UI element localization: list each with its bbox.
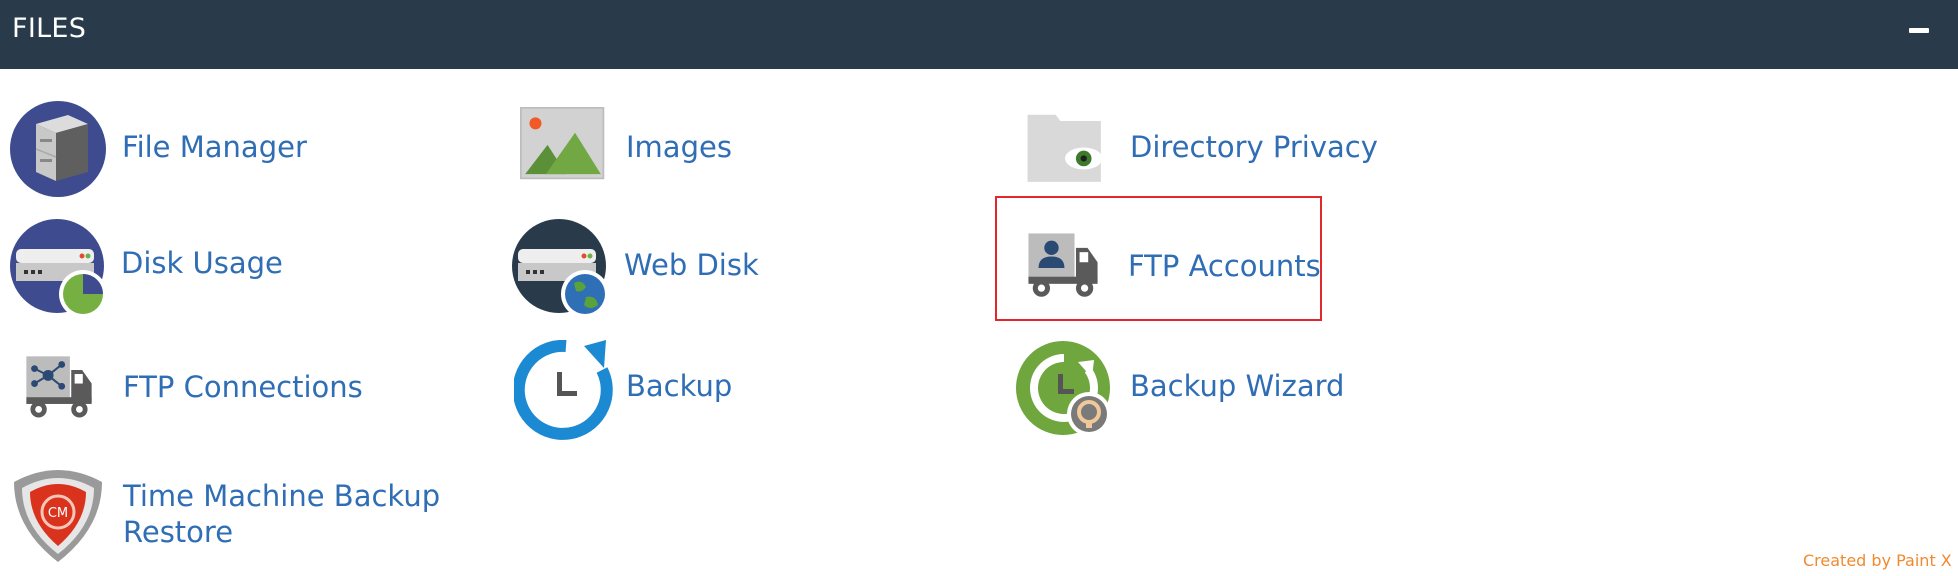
- backup-wizard-label: Backup Wizard: [1130, 369, 1345, 403]
- web-disk-link[interactable]: Web Disk: [512, 219, 762, 318]
- time-machine-restore-link[interactable]: CM Time Machine Backup Restore: [10, 468, 440, 564]
- watermark-text: Created by Paint X: [1803, 551, 1952, 570]
- time-machine-label-line2: Restore: [123, 515, 234, 549]
- directory-privacy-link[interactable]: Directory Privacy: [1016, 107, 1378, 185]
- disk-globe-icon: [512, 219, 612, 319]
- backup-wizard-icon: [1016, 340, 1116, 440]
- ftp-connections-label: FTP Connections: [123, 370, 363, 404]
- file-manager-link[interactable]: File Manager: [10, 99, 307, 199]
- file-manager-label: File Manager: [122, 130, 307, 164]
- truck-network-icon: [10, 355, 110, 455]
- minus-icon: [1909, 28, 1929, 33]
- svg-text:CM: CM: [48, 506, 68, 521]
- collapse-button[interactable]: [1904, 24, 1932, 46]
- file-cabinet-icon: [10, 99, 110, 199]
- directory-privacy-label: Directory Privacy: [1130, 130, 1378, 164]
- image-landscape-icon: [514, 107, 614, 207]
- highlight-annotation: [995, 196, 1322, 321]
- shield-restore-icon: CM: [10, 468, 110, 568]
- files-section-header: FILES: [0, 0, 1958, 69]
- folder-eye-icon: [1016, 107, 1116, 207]
- section-title: FILES: [12, 13, 87, 44]
- images-link[interactable]: Images: [514, 107, 744, 193]
- disk-usage-label: Disk Usage: [121, 246, 283, 280]
- backup-clock-icon: [514, 340, 614, 440]
- backup-label: Backup: [626, 369, 733, 403]
- backup-link[interactable]: Backup: [514, 340, 754, 440]
- backup-wizard-link[interactable]: Backup Wizard: [1016, 340, 1346, 436]
- disk-usage-link[interactable]: Disk Usage: [10, 219, 283, 318]
- disk-pie-chart-icon: [10, 219, 110, 319]
- images-label: Images: [626, 130, 732, 164]
- web-disk-label: Web Disk: [624, 248, 759, 282]
- time-machine-label-line1: Time Machine Backup: [123, 479, 441, 513]
- ftp-connections-link[interactable]: FTP Connections: [10, 355, 363, 423]
